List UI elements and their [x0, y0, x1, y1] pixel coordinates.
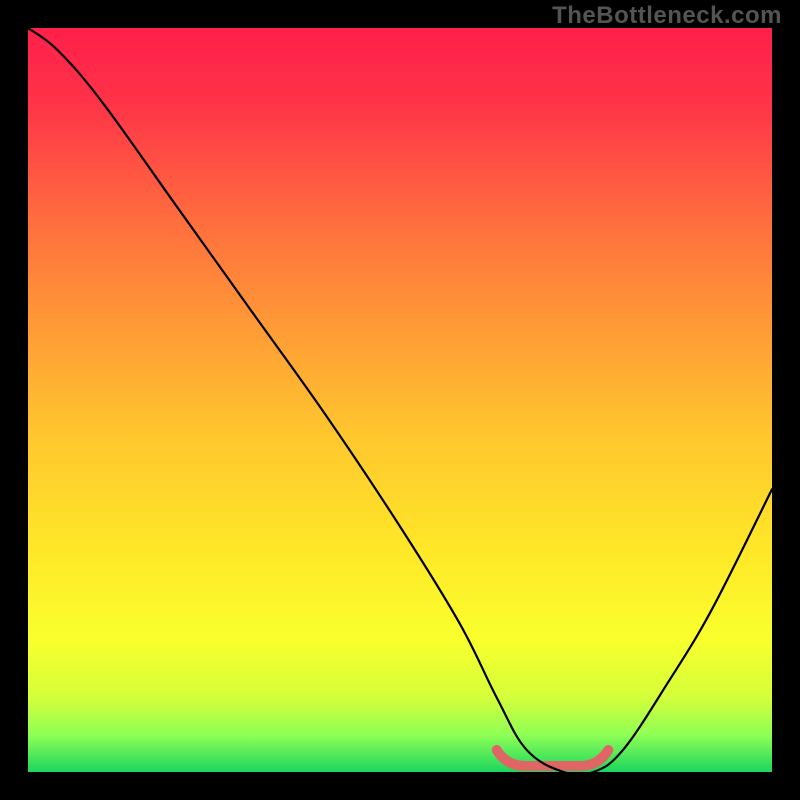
watermark-text: TheBottleneck.com — [552, 2, 782, 30]
gradient-rect — [28, 28, 772, 772]
plot-svg — [28, 28, 772, 772]
plot-area — [28, 28, 772, 772]
chart-frame: TheBottleneck.com — [0, 0, 800, 800]
